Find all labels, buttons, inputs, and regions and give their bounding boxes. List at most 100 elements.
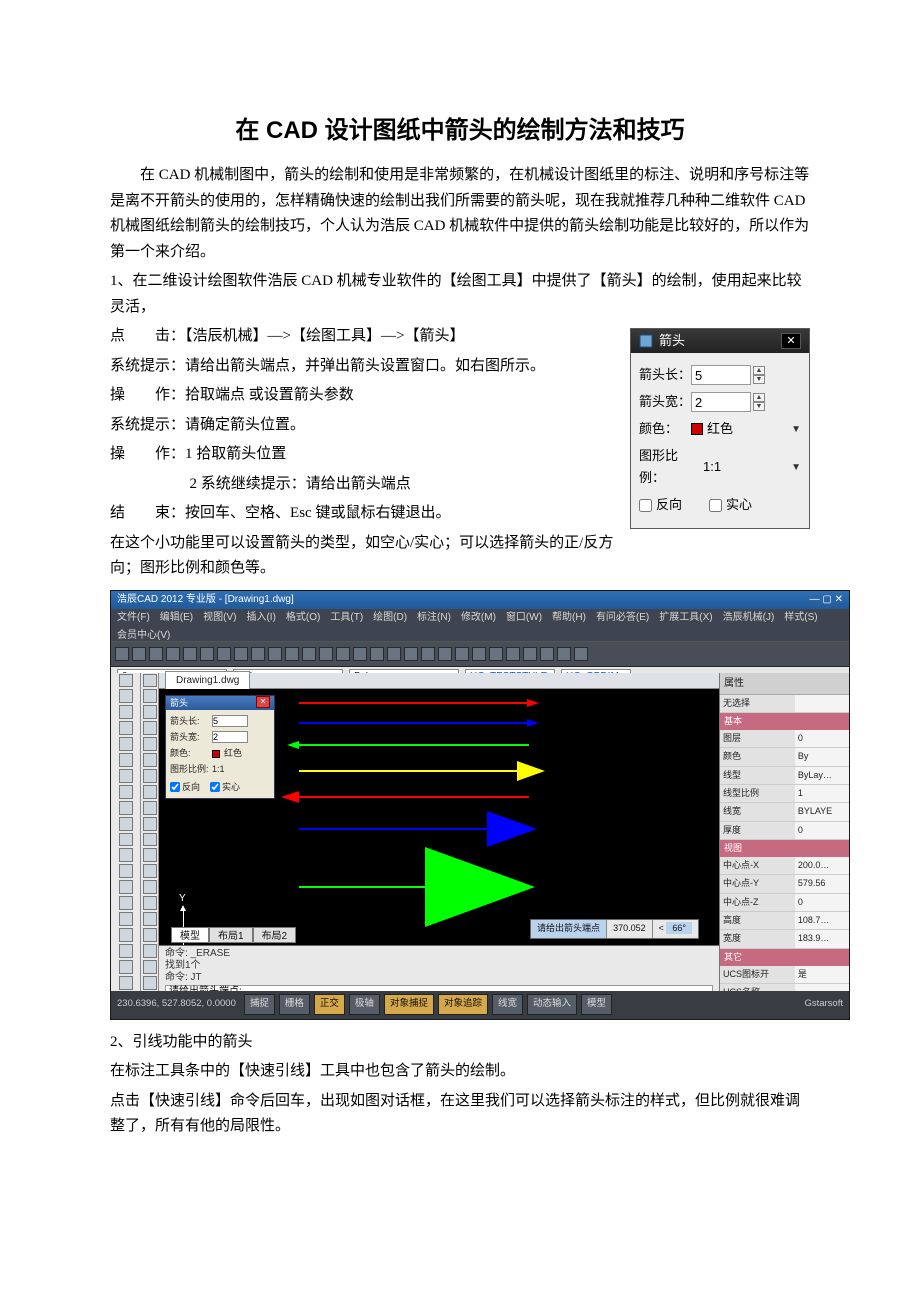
arrow-width-input[interactable] (691, 392, 751, 412)
toolbar-button[interactable] (302, 647, 316, 661)
tool-button[interactable] (143, 769, 157, 783)
arrow-length-input[interactable] (691, 365, 751, 385)
tool-button[interactable] (119, 769, 133, 783)
tool-button[interactable] (143, 896, 157, 910)
menu-item[interactable]: 样式(S) (784, 609, 817, 627)
solid-checkbox[interactable]: 实心 (709, 494, 761, 516)
window-controls[interactable]: — ▢ ✕ (810, 591, 843, 609)
menu-item[interactable]: 插入(I) (246, 609, 275, 627)
tool-button[interactable] (119, 753, 133, 767)
tool-button[interactable] (119, 944, 133, 958)
status-toggle[interactable]: 正交 (314, 994, 345, 1014)
toolbar-button[interactable] (234, 647, 248, 661)
document-tab[interactable]: Drawing1.dwg (159, 673, 719, 689)
tool-button[interactable] (143, 833, 157, 847)
toolbar-button[interactable] (489, 647, 503, 661)
tool-button[interactable] (119, 721, 133, 735)
tool-button[interactable] (143, 705, 157, 719)
menu-item[interactable]: 有问必答(E) (596, 609, 649, 627)
toolbar-button[interactable] (574, 647, 588, 661)
toolbar-button[interactable] (506, 647, 520, 661)
menu-item[interactable]: 文件(F) (117, 609, 150, 627)
mini-len-input[interactable] (212, 715, 248, 727)
toolbar-button[interactable] (370, 647, 384, 661)
close-icon[interactable]: ✕ (256, 696, 270, 708)
tool-button[interactable] (143, 817, 157, 831)
tool-button[interactable] (119, 674, 133, 688)
toolbar-button[interactable] (251, 647, 265, 661)
tool-button[interactable] (119, 912, 133, 926)
toolbar-button[interactable] (268, 647, 282, 661)
toolbar-button[interactable] (421, 647, 435, 661)
toolbar-button[interactable] (149, 647, 163, 661)
arrow-width-spinner[interactable]: ▲▼ (753, 393, 765, 411)
command-window[interactable]: 命令: _ERASE 找到1个 命令: JT 请给出箭头端点: (159, 945, 719, 991)
toolbar-button[interactable] (217, 647, 231, 661)
arrow-length-spinner[interactable]: ▲▼ (753, 366, 765, 384)
cad-menubar-2[interactable]: 会员中心(V) (111, 627, 849, 641)
tool-button[interactable] (119, 976, 133, 990)
tool-button[interactable] (119, 848, 133, 862)
tool-button[interactable] (119, 960, 133, 974)
toolbar-button[interactable] (455, 647, 469, 661)
status-bar[interactable]: 230.6396, 527.8052, 0.0000 捕捉栅格正交极轴对象捕捉对… (111, 991, 849, 1019)
close-icon[interactable]: ✕ (781, 333, 801, 349)
menu-item[interactable]: 标注(N) (417, 609, 451, 627)
tool-button[interactable] (119, 864, 133, 878)
menu-item[interactable]: 绘图(D) (373, 609, 407, 627)
menu-item[interactable]: 编辑(E) (160, 609, 193, 627)
toolbar-button[interactable] (336, 647, 350, 661)
tool-button[interactable] (143, 801, 157, 815)
toolbar-button[interactable] (166, 647, 180, 661)
toolbar-button[interactable] (319, 647, 333, 661)
mini-width-input[interactable] (212, 731, 248, 743)
tool-button[interactable] (143, 928, 157, 942)
toolbar-button[interactable] (387, 647, 401, 661)
status-toggle[interactable]: 捕捉 (244, 994, 275, 1014)
tool-button[interactable] (143, 785, 157, 799)
menu-item[interactable]: 扩展工具(X) (659, 609, 712, 627)
menu-item[interactable]: 窗口(W) (506, 609, 542, 627)
tool-button[interactable] (119, 801, 133, 815)
tool-button[interactable] (119, 896, 133, 910)
cad-top-toolbar[interactable] (111, 641, 849, 667)
tool-button[interactable] (119, 785, 133, 799)
reverse-checkbox[interactable]: 反向 (639, 494, 691, 516)
menu-item[interactable]: 修改(M) (461, 609, 496, 627)
tool-button[interactable] (143, 880, 157, 894)
tool-button[interactable] (119, 737, 133, 751)
tool-button[interactable] (143, 689, 157, 703)
status-toggle[interactable]: 对象追踪 (438, 994, 488, 1014)
toolbar-button[interactable] (404, 647, 418, 661)
cad-left-toolbar-1[interactable] (111, 673, 141, 991)
status-toggle[interactable]: 动态输入 (527, 994, 577, 1014)
menu-item[interactable]: 帮助(H) (552, 609, 586, 627)
tool-button[interactable] (143, 737, 157, 751)
layout-tab[interactable]: 模型 (171, 927, 209, 943)
tool-button[interactable] (119, 705, 133, 719)
toolbar-button[interactable] (557, 647, 571, 661)
tool-button[interactable] (119, 880, 133, 894)
layout-tab[interactable]: 布局2 (253, 927, 297, 943)
properties-panel[interactable]: 属性 无选择 基本 图层0 颜色By 线型ByLay… 线型比例1 线宽BYLA… (719, 673, 849, 991)
cad-menubar[interactable]: 文件(F)编辑(E)视图(V)插入(I)格式(O)工具(T)绘图(D)标注(N)… (111, 609, 849, 627)
status-toggle[interactable]: 模型 (581, 994, 612, 1014)
status-toggle[interactable]: 对象捕捉 (384, 994, 434, 1014)
mini-reverse-checkbox[interactable]: 反向 (170, 780, 200, 795)
layout-tabs[interactable]: 模型布局1布局2 (171, 927, 296, 943)
tool-button[interactable] (143, 674, 157, 688)
layout-tab[interactable]: 布局1 (209, 927, 253, 943)
toolbar-button[interactable] (200, 647, 214, 661)
mini-solid-checkbox[interactable]: 实心 (210, 780, 240, 795)
toolbar-button[interactable] (115, 647, 129, 661)
chevron-down-icon[interactable]: ▼ (791, 459, 801, 476)
tool-button[interactable] (143, 944, 157, 958)
tool-button[interactable] (143, 912, 157, 926)
toolbar-button[interactable] (285, 647, 299, 661)
tool-button[interactable] (143, 864, 157, 878)
menu-item[interactable]: 工具(T) (330, 609, 363, 627)
menu-item[interactable]: 格式(O) (286, 609, 320, 627)
toolbar-button[interactable] (183, 647, 197, 661)
status-toggle[interactable]: 线宽 (492, 994, 523, 1014)
tool-button[interactable] (143, 753, 157, 767)
